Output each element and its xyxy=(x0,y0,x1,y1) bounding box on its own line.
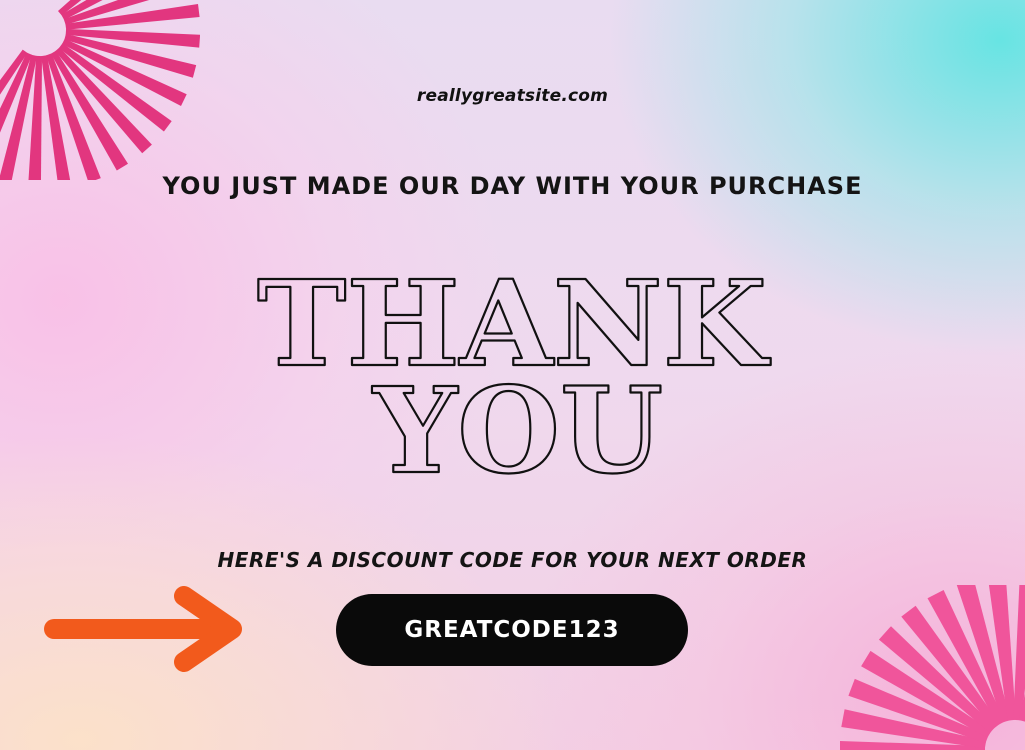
sunburst-ray xyxy=(1013,585,1025,721)
thank-you-card: reallygreatsite.com YOU JUST MADE OUR DA… xyxy=(0,0,1025,750)
discount-prompt: HERE'S A DISCOUNT CODE FOR YOUR NEXT ORD… xyxy=(217,548,808,572)
discount-code-button[interactable]: GREATCODE123 xyxy=(336,594,688,666)
site-url[interactable]: reallygreatsite.com xyxy=(0,86,1025,106)
you-word: YOU xyxy=(371,361,663,485)
arrow-right-icon xyxy=(44,586,242,672)
thank-you-title: THANK YOU xyxy=(256,260,773,485)
discount-code-label: GREATCODE123 xyxy=(404,617,620,643)
sunburst-bottom-right-icon xyxy=(840,585,1025,750)
headline: YOU JUST MADE OUR DAY WITH YOUR PURCHASE xyxy=(162,172,863,200)
